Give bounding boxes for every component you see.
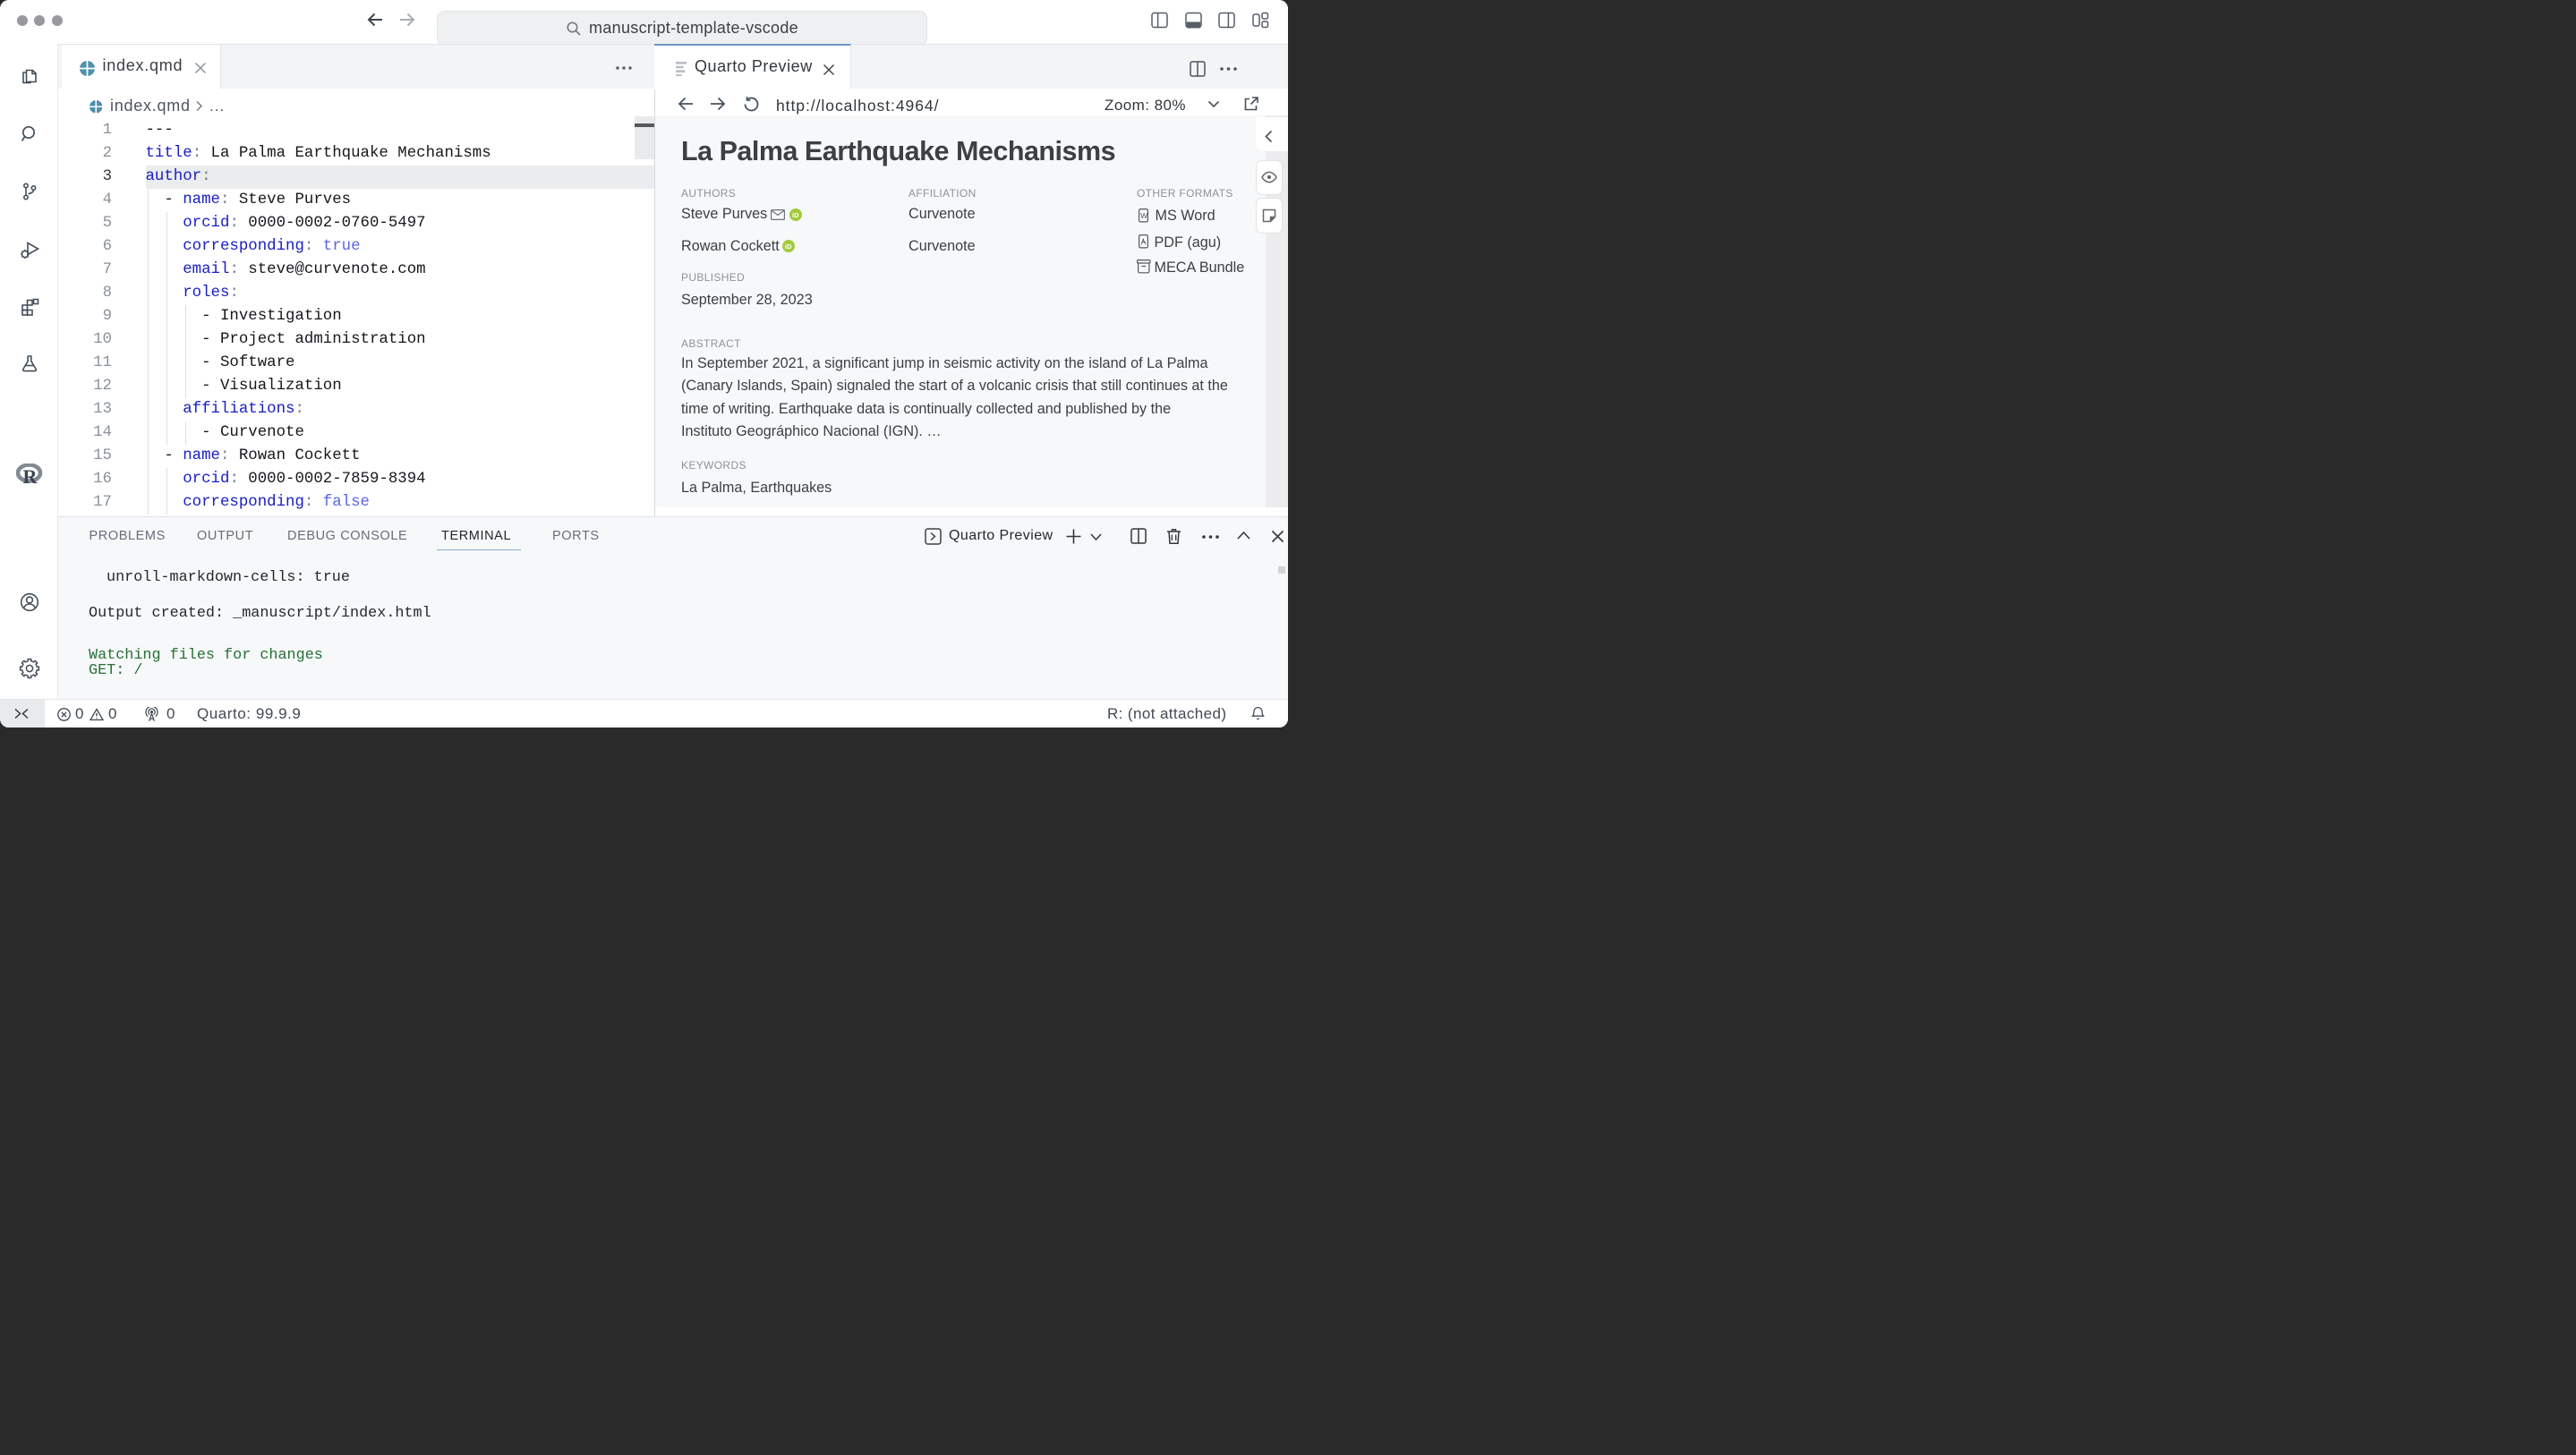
svg-text:iD: iD <box>792 211 799 219</box>
svg-text:R: R <box>22 465 38 486</box>
svg-text:W: W <box>1140 211 1147 220</box>
svg-text:iD: iD <box>785 242 792 251</box>
